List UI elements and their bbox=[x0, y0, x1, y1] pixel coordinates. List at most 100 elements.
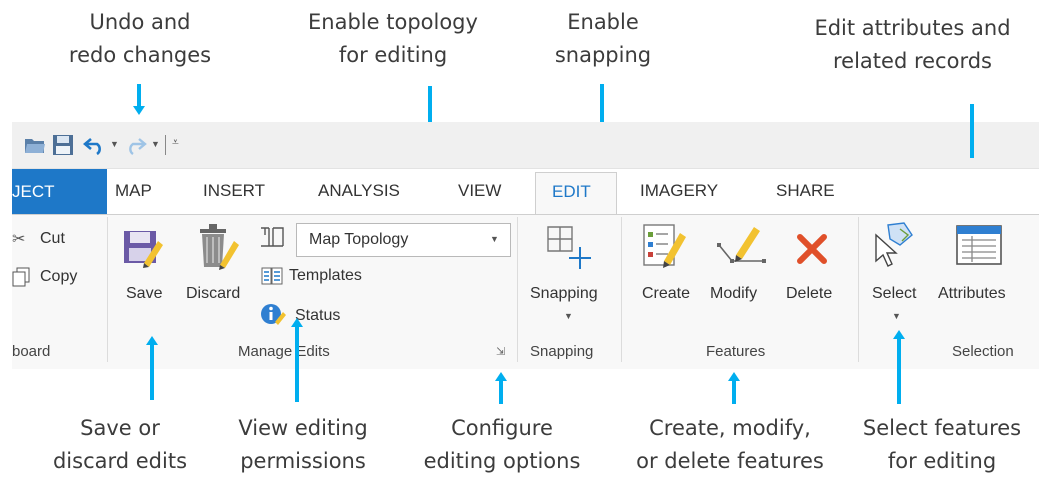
snapping-dropdown-icon: ▼ bbox=[564, 311, 573, 321]
discard-button[interactable]: Discard bbox=[182, 221, 254, 311]
callout-select-line1: Select features bbox=[862, 416, 1022, 440]
callout-undo: Undo and redo changes bbox=[25, 6, 255, 72]
group-label-snapping: Snapping bbox=[530, 343, 594, 360]
save-button[interactable]: Save bbox=[116, 221, 168, 311]
redo-icon[interactable] bbox=[123, 135, 147, 155]
topology-icon[interactable] bbox=[259, 225, 285, 249]
save-project-icon[interactable] bbox=[52, 134, 74, 156]
select-label: Select bbox=[872, 285, 917, 302]
copy-button[interactable]: Copy bbox=[12, 267, 97, 289]
callout-save-line2: discard edits bbox=[52, 449, 188, 473]
tab-edit[interactable]: EDIT bbox=[535, 172, 617, 217]
modify-label: Modify bbox=[710, 285, 758, 302]
chevron-down-icon: ▼ bbox=[490, 234, 499, 244]
callout-attributes: Edit attributes and related records bbox=[790, 12, 1035, 78]
templates-icon bbox=[261, 267, 283, 285]
status-info-icon bbox=[261, 304, 286, 325]
callout-create: Create, modify, or delete features bbox=[610, 412, 850, 478]
quick-access-toolbar: ▼ ▼ ⩡ bbox=[12, 122, 1039, 168]
callout-save: Save or discard edits bbox=[20, 412, 220, 478]
create-label: Create bbox=[642, 285, 691, 302]
undo-icon[interactable] bbox=[83, 135, 107, 155]
copy-label: Copy bbox=[40, 268, 78, 285]
status-button[interactable]: Status bbox=[261, 303, 371, 329]
modify-features-icon bbox=[717, 227, 766, 263]
tab-view[interactable]: VIEW bbox=[458, 181, 501, 201]
pointer-save bbox=[150, 344, 154, 400]
group-separator bbox=[107, 217, 108, 362]
pointer-undo-head bbox=[133, 106, 145, 115]
callout-undo-line1: Undo and bbox=[89, 10, 191, 34]
create-button[interactable]: Create bbox=[636, 221, 700, 313]
snapping-icon bbox=[547, 226, 591, 269]
tab-analysis[interactable]: ANALYSIS bbox=[318, 181, 400, 201]
topology-dropdown-value: Map Topology bbox=[309, 231, 409, 248]
callout-configure-line1: Configure bbox=[451, 416, 553, 440]
discard-icon bbox=[200, 224, 239, 270]
select-button[interactable]: Select ▼ bbox=[866, 219, 934, 331]
callout-save-line1: Save or bbox=[80, 416, 160, 440]
tab-project-label: JECT bbox=[12, 182, 55, 201]
snapping-button[interactable]: Snapping ▼ bbox=[526, 219, 618, 331]
pointer-attributes bbox=[970, 104, 974, 158]
group-label-features: Features bbox=[706, 343, 766, 360]
pointer-create bbox=[732, 380, 736, 404]
qat-separator bbox=[165, 135, 166, 155]
cut-label: Cut bbox=[40, 230, 65, 247]
tab-share[interactable]: SHARE bbox=[776, 181, 835, 201]
callout-snapping: Enable snapping bbox=[508, 6, 698, 72]
tab-project[interactable]: JECT bbox=[12, 169, 107, 215]
templates-label: Templates bbox=[289, 267, 362, 284]
undo-dropdown-icon[interactable]: ▼ bbox=[110, 139, 119, 149]
group-separator bbox=[517, 217, 518, 362]
callout-create-line2: or delete features bbox=[636, 449, 824, 473]
group-label-selection: Selection bbox=[952, 343, 1014, 360]
callout-permissions: View editing permissions bbox=[208, 412, 398, 478]
redo-dropdown-icon[interactable]: ▼ bbox=[151, 139, 160, 149]
topology-dropdown[interactable]: Map Topology ▼ bbox=[296, 223, 511, 257]
tab-edit-label: EDIT bbox=[552, 182, 591, 201]
ribbon-body: ✂ Cut Copy board Save Discard Map Topolo… bbox=[12, 214, 1039, 369]
callout-snapping-line2: snapping bbox=[554, 43, 652, 67]
scissors-icon: ✂ bbox=[12, 231, 26, 248]
pointer-undo bbox=[137, 84, 141, 108]
pointer-configure bbox=[499, 380, 503, 404]
save-edits-icon bbox=[124, 231, 163, 268]
group-separator bbox=[858, 217, 859, 362]
callout-undo-line2: redo changes bbox=[68, 43, 212, 67]
group-label-manage-edits: Manage Edits bbox=[238, 343, 330, 360]
callout-topology-line1: Enable topology bbox=[308, 10, 478, 34]
select-features-icon bbox=[875, 222, 913, 267]
create-features-icon bbox=[643, 224, 686, 268]
ribbon: ▼ ▼ ⩡ JECT MAP INSERT ANALYSIS VIEW EDIT… bbox=[12, 122, 1039, 369]
tab-insert[interactable]: INSERT bbox=[203, 181, 265, 201]
callout-permissions-line1: View editing bbox=[238, 416, 368, 440]
callout-select-line2: for editing bbox=[887, 449, 997, 473]
callout-topology-line2: for editing bbox=[338, 43, 448, 67]
tab-imagery[interactable]: IMAGERY bbox=[640, 181, 718, 201]
callout-attributes-line1: Edit attributes and bbox=[814, 16, 1011, 40]
snapping-label: Snapping bbox=[530, 285, 598, 302]
delete-label: Delete bbox=[786, 285, 833, 302]
templates-button[interactable]: Templates bbox=[261, 265, 401, 289]
save-label: Save bbox=[126, 285, 163, 302]
callout-permissions-line2: permissions bbox=[240, 449, 366, 473]
pointer-select bbox=[897, 338, 901, 404]
open-project-icon[interactable] bbox=[24, 135, 46, 155]
select-dropdown-icon: ▼ bbox=[892, 311, 901, 321]
delete-button[interactable]: Delete bbox=[782, 221, 846, 313]
modify-button[interactable]: Modify bbox=[706, 221, 778, 313]
callout-attributes-line2: related records bbox=[833, 49, 992, 73]
attributes-label: Attributes bbox=[938, 285, 1006, 302]
tab-map[interactable]: MAP bbox=[115, 181, 152, 201]
callout-topology: Enable topology for editing bbox=[278, 6, 508, 72]
customize-qat-icon[interactable]: ⩡ bbox=[172, 135, 179, 150]
cut-button[interactable]: ✂ Cut bbox=[12, 229, 92, 251]
delete-icon bbox=[797, 234, 827, 264]
callout-select: Select features for editing bbox=[848, 412, 1036, 478]
callout-configure: Configure editing options bbox=[404, 412, 600, 478]
callout-configure-line2: editing options bbox=[423, 449, 581, 473]
attributes-button[interactable]: Attributes bbox=[934, 221, 1030, 313]
manage-edits-options-launcher-icon[interactable]: ⇲ bbox=[496, 345, 505, 358]
discard-label: Discard bbox=[186, 285, 241, 302]
